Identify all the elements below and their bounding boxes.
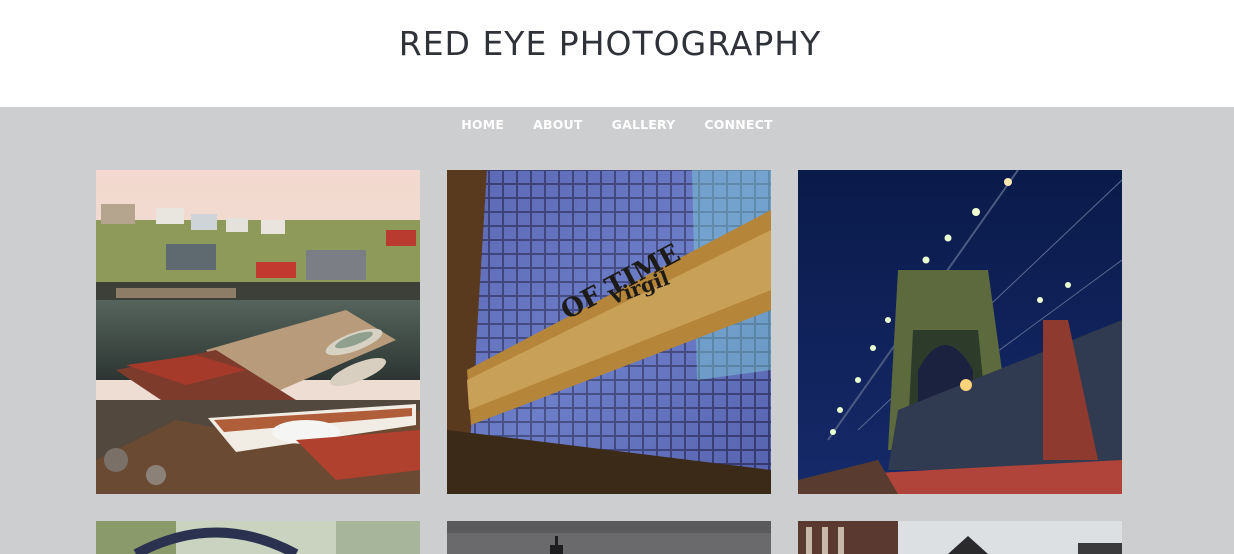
ferris-wheel-photo[interactable]: [96, 521, 420, 554]
nav-connect[interactable]: CONNECT: [690, 107, 787, 143]
bridge-night-photo[interactable]: [798, 170, 1122, 494]
cloudy-sky-photo[interactable]: [447, 521, 771, 554]
nav-about[interactable]: ABOUT: [519, 107, 598, 143]
harbor-boats-photo[interactable]: [96, 170, 420, 494]
nav-gallery[interactable]: GALLERY: [597, 107, 690, 143]
site-header: RED EYE PHOTOGRAPHY: [0, 0, 1234, 107]
buildings-photo[interactable]: [798, 521, 1122, 554]
nav-home[interactable]: HOME: [447, 107, 519, 143]
site-title[interactable]: RED EYE PHOTOGRAPHY: [0, 24, 1220, 63]
memorial-wall-photo[interactable]: OF TIME Virgil: [447, 170, 771, 494]
main-nav: HOME ABOUT GALLERY CONNECT: [0, 107, 1234, 143]
